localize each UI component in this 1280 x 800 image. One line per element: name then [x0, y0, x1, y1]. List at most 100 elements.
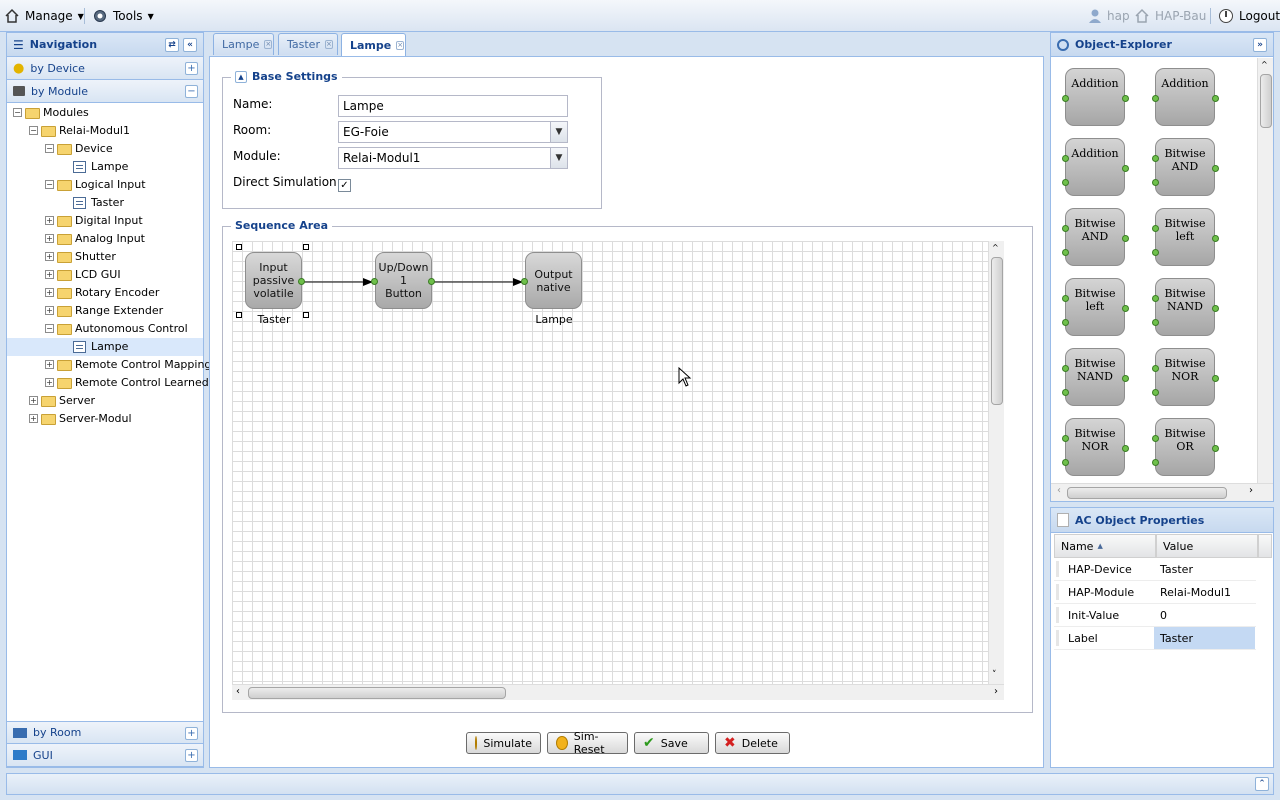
property-value[interactable]: Relai-Modul1	[1154, 581, 1255, 603]
scroll-thumb[interactable]	[991, 257, 1003, 405]
sequence-node[interactable]: Input passive volatile	[245, 252, 302, 309]
close-icon[interactable]: ×	[324, 40, 333, 49]
tree-item[interactable]: Lampe	[7, 338, 203, 356]
sequence-node[interactable]: Output native	[525, 252, 582, 309]
expand-icon[interactable]: +	[185, 727, 198, 740]
scroll-up-icon[interactable]: ^	[992, 243, 999, 252]
tree-item[interactable]: + Remote Control Learned	[7, 374, 209, 392]
scroll-up-icon[interactable]: ^	[1261, 60, 1268, 69]
output-port[interactable]	[298, 278, 305, 285]
scroll-thumb[interactable]	[248, 687, 506, 699]
expand-icon[interactable]: +	[185, 62, 198, 75]
scroll-left-icon[interactable]: ‹	[236, 686, 240, 697]
tree-item[interactable]: − Device	[7, 140, 203, 158]
chevron-down-icon[interactable]: ▼	[550, 122, 567, 142]
explorer-horizontal-scrollbar[interactable]: ‹ ›	[1051, 483, 1273, 501]
tree-item[interactable]: Taster	[7, 194, 203, 212]
input-port[interactable]	[371, 278, 378, 285]
refresh-icon[interactable]: ⇄	[165, 38, 179, 52]
tree-item[interactable]: + LCD GUI	[7, 266, 203, 284]
object-item[interactable]: Bitwise NAND	[1155, 278, 1215, 336]
close-icon[interactable]: ×	[396, 40, 405, 50]
property-row[interactable]: Init-Value 0	[1054, 604, 1256, 627]
collapse-icon[interactable]: −	[45, 144, 54, 153]
name-field[interactable]: Lampe	[338, 95, 568, 117]
scroll-right-icon[interactable]: ›	[1249, 485, 1253, 496]
object-item[interactable]: Bitwise AND	[1155, 138, 1215, 196]
collapse-icon[interactable]: −	[185, 85, 198, 98]
tree-item[interactable]: Lampe	[7, 158, 203, 176]
expand-icon[interactable]: +	[45, 306, 54, 315]
collapse-icon[interactable]: −	[13, 108, 22, 117]
object-item[interactable]: Bitwise NAND	[1065, 348, 1125, 406]
object-item[interactable]: Bitwise OR	[1155, 418, 1215, 476]
tree-item[interactable]: + Rotary Encoder	[7, 284, 203, 302]
expand-icon[interactable]: +	[45, 234, 54, 243]
simulate-button[interactable]: Simulate	[466, 732, 541, 754]
collapse-right-icon[interactable]: »	[1253, 38, 1267, 52]
expand-icon[interactable]: +	[29, 414, 38, 423]
selection-handle[interactable]	[303, 244, 309, 250]
tree-item[interactable]: + Shutter	[7, 248, 203, 266]
collapse-up-icon[interactable]: ▲	[235, 70, 247, 83]
object-item[interactable]: Addition	[1065, 68, 1125, 126]
expand-up-icon[interactable]: ⌃	[1255, 777, 1269, 791]
tab-1[interactable]: Taster ×	[278, 33, 338, 55]
collapse-icon[interactable]: −	[29, 126, 38, 135]
module-select[interactable]: Relai-Modul1 ▼	[338, 147, 568, 169]
expand-icon[interactable]: +	[45, 378, 54, 387]
scroll-down-icon[interactable]: ˅	[992, 670, 997, 680]
property-value[interactable]: Taster	[1154, 558, 1255, 580]
sim-reset-button[interactable]: Sim-Reset	[547, 730, 628, 756]
section-by-device[interactable]: ● by Device +	[7, 57, 203, 80]
save-button[interactable]: ✔ Save	[634, 732, 709, 754]
explorer-vertical-scrollbar[interactable]: ^	[1257, 58, 1273, 483]
tools-menu-button[interactable]: Tools ▼	[92, 5, 154, 27]
output-port[interactable]	[428, 278, 435, 285]
selection-handle[interactable]	[236, 244, 242, 250]
scroll-right-icon[interactable]: ›	[994, 686, 998, 697]
expand-icon[interactable]: +	[29, 396, 38, 405]
section-by-module[interactable]: by Module −	[7, 80, 203, 103]
expand-icon[interactable]: +	[45, 252, 54, 261]
expand-icon[interactable]: +	[45, 360, 54, 369]
property-row[interactable]: Label Taster	[1054, 627, 1256, 650]
logout-button[interactable]: Logout	[1218, 5, 1280, 27]
section-by-room[interactable]: by Room +	[7, 721, 203, 744]
user-button[interactable]: hap	[1088, 5, 1130, 27]
room-select[interactable]: EG-Foie ▼	[338, 121, 568, 143]
property-row[interactable]: HAP-Module Relai-Modul1	[1054, 581, 1256, 604]
chevron-down-icon[interactable]: ▼	[550, 148, 567, 168]
tree-item[interactable]: + Server	[7, 392, 203, 410]
direct-simulation-checkbox[interactable]: ✓	[338, 179, 351, 192]
sequence-canvas[interactable]: Input passive volatile Taster Up/Down 1 Bu…	[232, 241, 1004, 684]
property-value[interactable]: Taster	[1154, 627, 1255, 649]
tree-item[interactable]: + Range Extender	[7, 302, 203, 320]
project-button[interactable]: HAP-Bau	[1134, 5, 1206, 27]
object-item[interactable]: Bitwise NOR	[1155, 348, 1215, 406]
object-item[interactable]: Addition	[1155, 68, 1215, 126]
tree-item[interactable]: + Server-Modul	[7, 410, 203, 428]
object-item[interactable]: Bitwise AND	[1065, 208, 1125, 266]
object-item[interactable]: Bitwise left	[1065, 278, 1125, 336]
sequence-node[interactable]: Up/Down 1 Button	[375, 252, 432, 309]
object-item[interactable]: Addition	[1065, 138, 1125, 196]
collapse-icon[interactable]: −	[45, 324, 54, 333]
expand-icon[interactable]: +	[45, 270, 54, 279]
collapse-icon[interactable]: −	[45, 180, 54, 189]
scroll-left-icon[interactable]: ‹	[1057, 485, 1061, 496]
tree-item[interactable]: − Logical Input	[7, 176, 203, 194]
section-gui[interactable]: GUI +	[7, 744, 203, 767]
tab-2[interactable]: Lampe ×	[341, 33, 406, 56]
manage-menu-button[interactable]: Manage ▼	[4, 5, 84, 27]
tree-item[interactable]: − Relai-Modul1	[7, 122, 203, 140]
tree-item[interactable]: + Analog Input	[7, 230, 203, 248]
object-item[interactable]: Bitwise left	[1155, 208, 1215, 266]
input-port[interactable]	[521, 278, 528, 285]
expand-icon[interactable]: +	[45, 288, 54, 297]
expand-icon[interactable]: +	[45, 216, 54, 225]
canvas-vertical-scrollbar[interactable]: ^ ˅	[988, 241, 1004, 684]
column-header-name[interactable]: Name ▲	[1054, 534, 1156, 558]
property-value[interactable]: 0	[1154, 604, 1255, 626]
object-item[interactable]: Bitwise NOR	[1065, 418, 1125, 476]
